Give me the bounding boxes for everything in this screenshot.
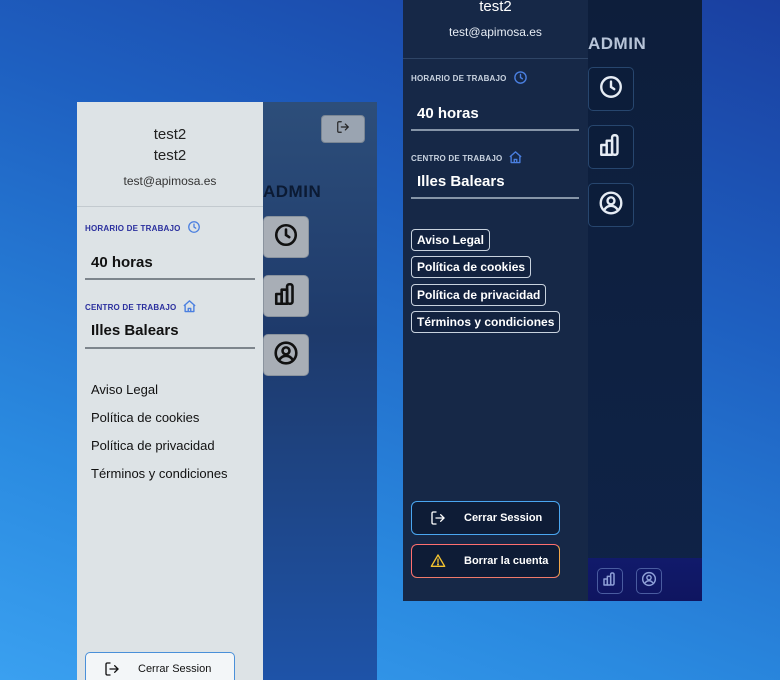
clock-icon (187, 220, 201, 236)
clock-icon (273, 222, 299, 253)
link-politica-cookies[interactable]: Política de cookies (411, 256, 532, 278)
logout-label: Cerrar Session (464, 512, 543, 524)
bottom-nav-user-button[interactable] (636, 568, 662, 594)
delete-account-button[interactable]: Borrar la cuenta (411, 544, 560, 578)
link-politica-privacidad[interactable]: Política de privacidad (91, 438, 215, 453)
divider (77, 206, 263, 207)
horario-label-text: HORARIO DE TRABAJO (411, 74, 507, 83)
header-logout-button[interactable] (321, 115, 365, 143)
nav-user-button[interactable] (588, 183, 634, 227)
user-name: test2 (153, 126, 187, 143)
nav-user-button[interactable] (263, 334, 309, 376)
logout-button[interactable]: Cerrar Session (85, 652, 235, 680)
logout-label: Cerrar Session (138, 663, 212, 675)
link-politica-privacidad[interactable]: Política de privacidad (411, 284, 547, 306)
centro-label: CENTRO DE TRABAJO (411, 150, 523, 167)
user-circle-icon (641, 571, 657, 592)
user-circle-icon (273, 340, 299, 371)
home-icon (182, 299, 197, 316)
divider (403, 58, 588, 59)
horario-label-text: HORARIO DE TRABAJO (85, 223, 181, 233)
horario-underline (85, 278, 255, 280)
logout-arrow-icon (336, 120, 350, 139)
link-politica-cookies[interactable]: Política de cookies (91, 410, 199, 425)
horario-label: HORARIO DE TRABAJO (411, 70, 528, 87)
nav-clock-button[interactable] (588, 67, 634, 111)
user-circle-icon (598, 190, 624, 221)
clock-icon (598, 74, 624, 105)
link-aviso-legal[interactable]: Aviso Legal (411, 229, 490, 251)
centro-underline (85, 347, 255, 349)
horario-underline (411, 129, 579, 131)
nav-chart-button[interactable] (263, 275, 309, 317)
logout-arrow-icon (86, 661, 138, 677)
light-theme-screenshot: ADMIN test2 test2 test@apimosa.es HORARI… (77, 102, 377, 680)
user-email: test@apimosa.es (449, 25, 542, 39)
side-drawer: test2 test@apimosa.es HORARIO DE TRABAJO… (403, 0, 588, 601)
centro-label-text: CENTRO DE TRABAJO (85, 303, 177, 312)
page-title: ADMIN (263, 182, 322, 201)
centro-underline (411, 197, 579, 199)
user-email: test@apimosa.es (123, 174, 217, 188)
dark-theme-screenshot: ADMIN test2 test@apimosa.es HORARIO DE T… (403, 0, 702, 601)
user-name: test2 (479, 0, 512, 15)
link-terminos[interactable]: Términos y condiciones (411, 311, 561, 333)
user-name-secondary: test2 (153, 147, 187, 164)
bar-chart-icon (598, 132, 624, 163)
warning-triangle-icon (412, 553, 464, 569)
link-aviso-legal[interactable]: Aviso Legal (91, 382, 158, 397)
bottom-nav-chart-button[interactable] (597, 568, 623, 594)
delete-account-label: Borrar la cuenta (464, 555, 549, 567)
bar-chart-icon (273, 281, 299, 312)
nav-clock-button[interactable] (263, 216, 309, 258)
clock-icon (513, 70, 528, 87)
horario-label: HORARIO DE TRABAJO (85, 220, 201, 236)
horario-value: 40 horas (417, 105, 479, 122)
logout-button[interactable]: Cerrar Session (411, 501, 560, 535)
horario-value: 40 horas (91, 254, 153, 271)
bar-chart-icon (602, 571, 618, 592)
centro-label-text: CENTRO DE TRABAJO (411, 154, 503, 163)
centro-value: Illes Balears (417, 173, 505, 190)
link-terminos[interactable]: Términos y condiciones (91, 466, 228, 481)
side-drawer: test2 test2 test@apimosa.es HORARIO DE T… (77, 102, 263, 680)
nav-chart-button[interactable] (588, 125, 634, 169)
page-title: ADMIN (588, 34, 647, 53)
logout-arrow-icon (412, 510, 464, 526)
centro-label: CENTRO DE TRABAJO (85, 299, 197, 316)
home-icon (508, 150, 523, 167)
centro-value: Illes Balears (91, 322, 179, 339)
